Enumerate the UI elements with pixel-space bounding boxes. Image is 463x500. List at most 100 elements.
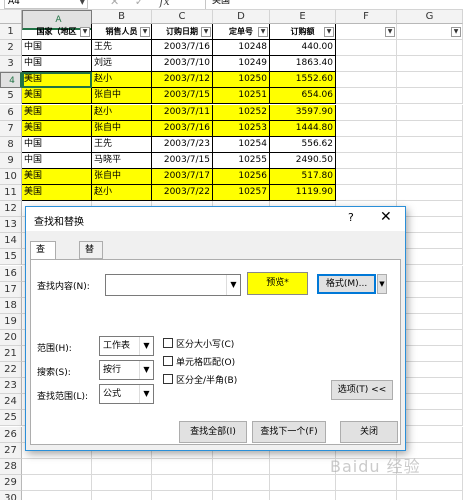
table-cell[interactable]: 10253 bbox=[213, 120, 270, 137]
lookin-select[interactable]: 公式 ▼ bbox=[99, 384, 154, 404]
grid-cell[interactable] bbox=[336, 490, 397, 500]
grid-cell[interactable] bbox=[213, 474, 270, 491]
grid-cell[interactable] bbox=[92, 458, 152, 475]
grid-cell[interactable] bbox=[397, 362, 463, 379]
table-cell[interactable]: 10248 bbox=[213, 40, 270, 57]
table-cell[interactable]: 2003/7/22 bbox=[152, 185, 213, 202]
grid-cell[interactable] bbox=[397, 313, 463, 330]
grid-cell[interactable] bbox=[22, 490, 92, 500]
row-header[interactable]: 29 bbox=[0, 474, 22, 491]
filter-dropdown-icon[interactable]: ▼ bbox=[140, 27, 150, 37]
table-cell[interactable]: 1444.80 bbox=[270, 120, 336, 137]
table-cell[interactable]: 王先 bbox=[92, 40, 152, 57]
table-cell[interactable]: 中国 bbox=[22, 56, 92, 73]
table-cell[interactable]: 10254 bbox=[213, 136, 270, 153]
column-header-b[interactable]: B bbox=[92, 10, 152, 24]
table-cell[interactable]: 2003/7/11 bbox=[152, 104, 213, 121]
table-cell[interactable]: 张自中 bbox=[92, 168, 152, 185]
grid-cell[interactable] bbox=[397, 88, 463, 105]
table-cell[interactable]: 赵小 bbox=[92, 185, 152, 202]
chevron-down-icon[interactable]: ▼ bbox=[139, 385, 153, 403]
grid-cell[interactable] bbox=[397, 217, 463, 234]
row-header[interactable]: 5 bbox=[0, 88, 22, 105]
grid-cell[interactable] bbox=[397, 40, 463, 57]
filter-dropdown-icon[interactable]: ▼ bbox=[201, 27, 211, 37]
table-cell[interactable]: 10250 bbox=[213, 72, 270, 89]
table-cell[interactable]: 赵小 bbox=[92, 104, 152, 121]
filter-dropdown-icon[interactable]: ▼ bbox=[258, 27, 268, 37]
checkbox-box[interactable] bbox=[163, 338, 173, 348]
grid-cell[interactable] bbox=[213, 458, 270, 475]
row-header[interactable]: 6 bbox=[0, 104, 22, 121]
tab-find[interactable]: 查找(D) bbox=[30, 241, 56, 287]
row-header[interactable]: 14 bbox=[0, 233, 22, 250]
table-cell[interactable]: 10251 bbox=[213, 88, 270, 105]
match-width-checkbox[interactable]: 区分全/半角(B) bbox=[163, 374, 237, 387]
grid-cell[interactable] bbox=[92, 474, 152, 491]
table-cell[interactable]: 美国 bbox=[22, 104, 92, 121]
row-header[interactable]: 17 bbox=[0, 281, 22, 298]
grid-cell[interactable] bbox=[397, 120, 463, 137]
grid-cell[interactable] bbox=[336, 56, 397, 73]
grid-cell[interactable] bbox=[397, 201, 463, 218]
table-cell[interactable]: 中国 bbox=[22, 136, 92, 153]
table-cell[interactable]: 美国 bbox=[22, 120, 92, 137]
grid-cell[interactable] bbox=[336, 104, 397, 121]
name-box[interactable]: A4 ▼ bbox=[4, 0, 88, 9]
row-header[interactable]: 13 bbox=[0, 217, 22, 234]
table-cell[interactable]: 654.06 bbox=[270, 88, 336, 105]
row-header[interactable]: 16 bbox=[0, 265, 22, 282]
table-cell[interactable]: 2003/7/23 bbox=[152, 136, 213, 153]
grid-cell[interactable] bbox=[270, 474, 336, 491]
column-header-f[interactable]: F bbox=[336, 10, 397, 24]
table-cell[interactable]: 10252 bbox=[213, 104, 270, 121]
grid-cell[interactable] bbox=[213, 490, 270, 500]
table-cell[interactable]: 2003/7/16 bbox=[152, 40, 213, 57]
find-next-button[interactable]: 查找下一个(F) bbox=[252, 421, 326, 443]
table-cell[interactable]: 10249 bbox=[213, 56, 270, 73]
table-cell[interactable]: 2003/7/15 bbox=[152, 88, 213, 105]
find-all-button[interactable]: 查找全部(I) bbox=[179, 421, 247, 443]
table-cell[interactable]: 10256 bbox=[213, 168, 270, 185]
column-header-c[interactable]: C bbox=[152, 10, 213, 24]
grid-cell[interactable] bbox=[397, 233, 463, 250]
row-header[interactable]: 1 bbox=[0, 24, 22, 41]
grid-cell[interactable] bbox=[336, 185, 397, 202]
table-cell[interactable]: 张自中 bbox=[92, 88, 152, 105]
grid-cell[interactable] bbox=[397, 168, 463, 185]
options-button[interactable]: 选项(T) << bbox=[331, 380, 393, 400]
enter-icon[interactable]: ✓ bbox=[135, 0, 144, 8]
table-cell[interactable]: 2003/7/17 bbox=[152, 168, 213, 185]
table-cell[interactable]: 美国 bbox=[22, 88, 92, 105]
grid-cell[interactable] bbox=[397, 378, 463, 395]
formula-input[interactable]: 美国 bbox=[205, 0, 463, 9]
row-header[interactable]: 22 bbox=[0, 362, 22, 379]
table-cell[interactable]: 中国 bbox=[22, 40, 92, 57]
tab-replace[interactable]: 替换(P) bbox=[79, 241, 104, 287]
table-cell[interactable]: 2490.50 bbox=[270, 152, 336, 169]
grid-cell[interactable] bbox=[397, 410, 463, 427]
grid-cell[interactable] bbox=[270, 490, 336, 500]
filter-dropdown-icon[interactable]: ▼ bbox=[451, 27, 461, 37]
chevron-down-icon[interactable]: ▼ bbox=[139, 361, 153, 379]
row-header[interactable]: 24 bbox=[0, 394, 22, 411]
grid-cell[interactable] bbox=[336, 474, 397, 491]
grid-cell[interactable] bbox=[397, 426, 463, 443]
grid-cell[interactable] bbox=[152, 490, 213, 500]
row-header[interactable]: 9 bbox=[0, 152, 22, 169]
table-cell[interactable]: 赵小 bbox=[92, 72, 152, 89]
close-icon[interactable]: ✕ bbox=[380, 209, 392, 225]
insert-function-icon[interactable]: fx bbox=[159, 0, 169, 8]
row-header[interactable]: 18 bbox=[0, 297, 22, 314]
grid-cell[interactable] bbox=[397, 185, 463, 202]
grid-cell[interactable] bbox=[336, 136, 397, 153]
table-cell[interactable]: 2003/7/15 bbox=[152, 152, 213, 169]
grid-cell[interactable] bbox=[152, 474, 213, 491]
row-header[interactable]: 7 bbox=[0, 120, 22, 137]
table-cell[interactable]: 2003/7/12 bbox=[152, 72, 213, 89]
chevron-down-icon[interactable]: ▼ bbox=[226, 275, 240, 295]
column-header-e[interactable]: E bbox=[270, 10, 336, 24]
column-header-g[interactable]: G bbox=[397, 10, 463, 24]
grid-cell[interactable] bbox=[397, 394, 463, 411]
filter-dropdown-icon[interactable]: ▼ bbox=[324, 27, 334, 37]
